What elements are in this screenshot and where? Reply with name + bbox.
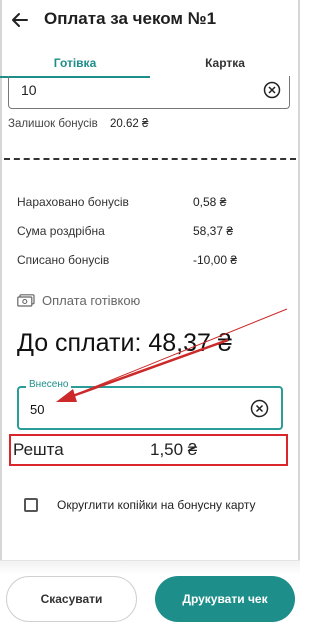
debited-bonus-value: -10,00 ₴ (193, 253, 238, 267)
frame-border-right (298, 0, 300, 624)
debited-bonus-label: Списано бонусів (17, 253, 110, 267)
retail-sum-value: 58,37 ₴ (193, 224, 234, 238)
app-bar: Оплата за чеком №1 (0, 0, 300, 40)
change-label: Решта (13, 440, 64, 459)
tab-cash[interactable]: Готівка (0, 48, 150, 78)
change-value: 1,50 ₴ (150, 440, 198, 459)
cash-payment-label: Оплата готівкою (42, 293, 141, 308)
received-input-value[interactable]: 50 (30, 402, 44, 417)
retail-sum-label: Сума роздрібна (17, 224, 105, 238)
payment-tabs: Готівка Картка (0, 48, 300, 78)
tab-card[interactable]: Картка (150, 48, 300, 78)
print-receipt-button[interactable]: Друкувати чек (155, 576, 295, 622)
received-input-label: Внесено (26, 379, 72, 390)
round-to-bonus-label[interactable]: Округлити копійки на бонусну карту (57, 498, 256, 512)
bonus-balance-value: 20.62 ₴ (110, 118, 149, 130)
page-title: Оплата за чеком №1 (44, 9, 217, 28)
arrow-left-icon[interactable] (10, 10, 30, 30)
frame-border-left (0, 0, 2, 624)
bonus-amount-value: 10 (21, 82, 37, 98)
accrued-bonus-label: Нараховано бонусів (17, 195, 129, 209)
clear-circle-icon[interactable] (263, 81, 281, 99)
cancel-button[interactable]: Скасувати (6, 576, 137, 622)
accrued-bonus-value: 0,58 ₴ (193, 195, 227, 209)
round-to-bonus-checkbox[interactable] (24, 498, 38, 512)
bonus-balance-label: Залишок бонусів (8, 118, 98, 130)
clear-circle-icon[interactable] (250, 399, 269, 418)
receipt-divider (4, 158, 296, 160)
bonus-amount-field[interactable]: 10 (8, 76, 290, 109)
received-input[interactable] (17, 386, 283, 430)
cash-icon (17, 294, 35, 307)
amount-due: До сплати: 48,37 ₴ (17, 329, 232, 357)
